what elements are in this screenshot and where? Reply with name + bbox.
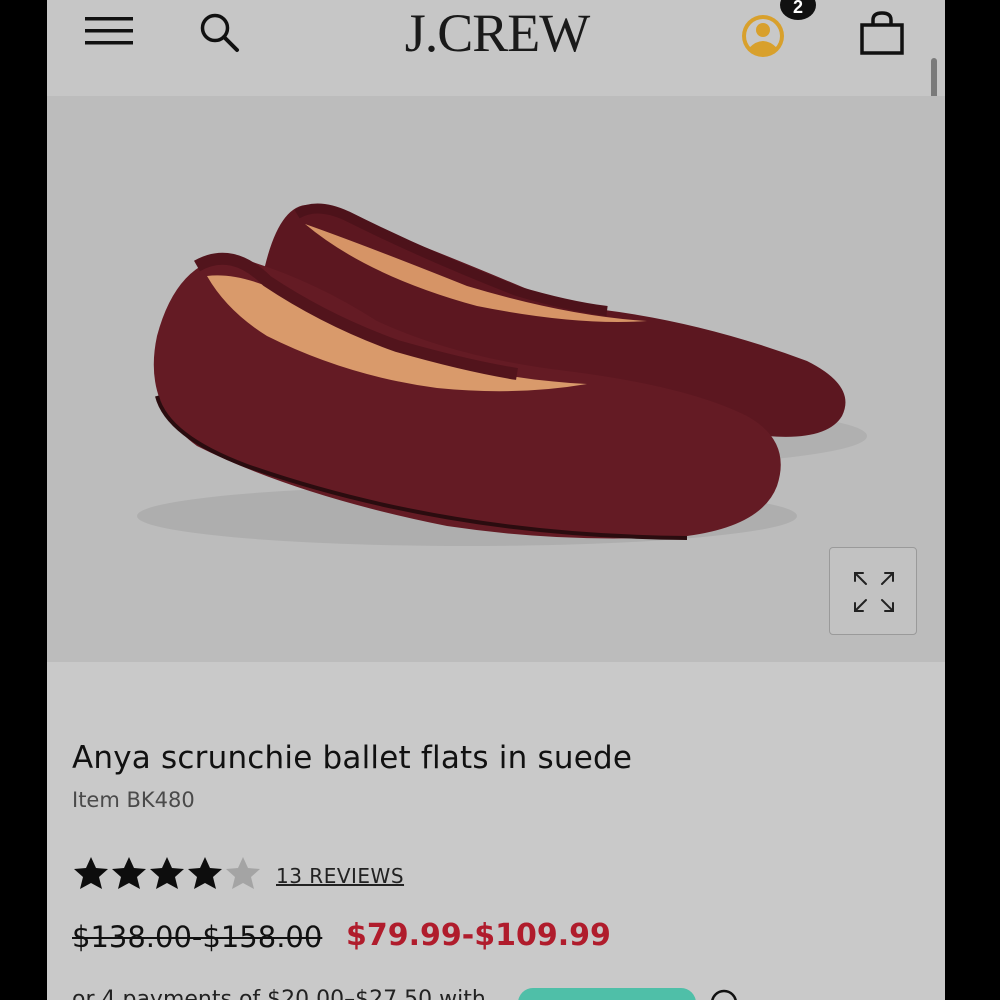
shopping-bag-icon[interactable] bbox=[859, 10, 905, 56]
item-number: Item BK480 bbox=[72, 788, 195, 812]
payment-provider-badge[interactable] bbox=[518, 988, 696, 1000]
installment-text: or 4 payments of $20.00–$27.50 with bbox=[72, 987, 486, 1000]
star-rating[interactable] bbox=[72, 855, 262, 891]
expand-image-button[interactable] bbox=[829, 547, 917, 635]
original-price: $138.00-$158.00 bbox=[72, 920, 323, 954]
star-filled-icon bbox=[74, 857, 108, 889]
expand-icon bbox=[854, 572, 894, 612]
product-image[interactable] bbox=[47, 96, 945, 662]
info-icon[interactable] bbox=[710, 989, 738, 1000]
site-header: J.CREW 2 bbox=[47, 0, 945, 96]
star-filled-icon bbox=[188, 857, 222, 889]
brand-logo[interactable]: J.CREW bbox=[347, 2, 647, 64]
search-icon[interactable] bbox=[197, 10, 241, 54]
star-filled-icon bbox=[112, 857, 146, 889]
star-filled-icon bbox=[150, 857, 184, 889]
product-title: Anya scrunchie ballet flats in suede bbox=[72, 740, 633, 776]
product-photo bbox=[137, 203, 867, 546]
menu-icon[interactable] bbox=[85, 14, 133, 48]
reviews-link[interactable]: 13 REVIEWS bbox=[276, 864, 404, 888]
sale-price: $79.99-$109.99 bbox=[346, 918, 611, 953]
account-icon[interactable] bbox=[739, 12, 787, 60]
star-empty-icon bbox=[226, 857, 260, 889]
screen: J.CREW 2 Anya scrunchie ballet flats in … bbox=[47, 0, 945, 1000]
product-details: Anya scrunchie ballet flats in suede Ite… bbox=[47, 662, 945, 1000]
